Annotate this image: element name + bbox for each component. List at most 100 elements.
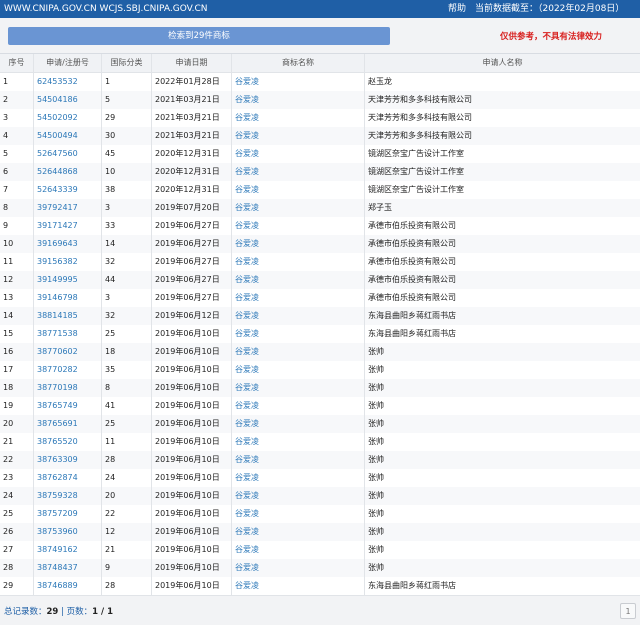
- row-date: 2021年03月21日: [151, 91, 231, 109]
- row-mark-name[interactable]: 谷爱凌: [231, 307, 364, 325]
- row-class: 3: [101, 199, 151, 217]
- row-mark-name[interactable]: 谷爱凌: [231, 487, 364, 505]
- page-1-button[interactable]: 1: [620, 603, 636, 619]
- row-reg-no[interactable]: 54500494: [33, 127, 101, 145]
- row-mark-name[interactable]: 谷爱凌: [231, 379, 364, 397]
- row-mark-name[interactable]: 谷爱凌: [231, 217, 364, 235]
- table-row: 23 38762874 24 2019年06月10日 谷爱凌 张帅: [0, 469, 640, 488]
- row-mark-name[interactable]: 谷爱凌: [231, 361, 364, 379]
- row-reg-no[interactable]: 38757209: [33, 505, 101, 523]
- row-class: 11: [101, 433, 151, 451]
- table-row: 10 39169643 14 2019年06月27日 谷爱凌 承德市伯乐投资有限公司: [0, 235, 640, 254]
- row-mark-name[interactable]: 谷爱凌: [231, 541, 364, 559]
- row-reg-no[interactable]: 39146798: [33, 289, 101, 307]
- row-seq: 6: [3, 167, 9, 176]
- table-row: 28 38748437 9 2019年06月10日 谷爱凌 张帅: [0, 559, 640, 578]
- help-link[interactable]: 帮助: [448, 0, 466, 18]
- row-applicant: 东海县曲阳乡蒋红雨书店: [364, 307, 640, 325]
- row-mark-name[interactable]: 谷爱凌: [231, 163, 364, 181]
- row-mark-name[interactable]: 谷爱凌: [231, 325, 364, 343]
- table-row: 19 38765749 41 2019年06月10日 谷爱凌 张帅: [0, 397, 640, 416]
- row-seq: 26: [3, 527, 14, 536]
- row-reg-no[interactable]: 52644868: [33, 163, 101, 181]
- row-reg-no[interactable]: 39169643: [33, 235, 101, 253]
- row-reg-no[interactable]: 38765749: [33, 397, 101, 415]
- row-reg-no[interactable]: 38748437: [33, 559, 101, 577]
- disclaimer-text: 仅供参考，不具有法律效力: [500, 32, 603, 42]
- row-mark-name[interactable]: 谷爱凌: [231, 559, 364, 577]
- row-mark-name[interactable]: 谷爱凌: [231, 397, 364, 415]
- row-date: 2019年06月12日: [151, 307, 231, 325]
- row-reg-no[interactable]: 38759328: [33, 487, 101, 505]
- row-reg-no[interactable]: 54502092: [33, 109, 101, 127]
- row-reg-no[interactable]: 62453532: [33, 73, 101, 91]
- row-date: 2019年06月10日: [151, 433, 231, 451]
- row-reg-no[interactable]: 38771538: [33, 325, 101, 343]
- row-seq: 5: [3, 149, 9, 158]
- row-date: 2019年07月20日: [151, 199, 231, 217]
- row-applicant: 天津芳芳和多多科技有限公司: [364, 91, 640, 109]
- row-mark-name[interactable]: 谷爱凌: [231, 523, 364, 541]
- row-mark-name[interactable]: 谷爱凌: [231, 181, 364, 199]
- row-reg-no[interactable]: 38770198: [33, 379, 101, 397]
- row-date: 2019年06月10日: [151, 379, 231, 397]
- row-applicant: 张帅: [364, 541, 640, 559]
- row-reg-no[interactable]: 39149995: [33, 271, 101, 289]
- row-mark-name[interactable]: 谷爱凌: [231, 109, 364, 127]
- row-reg-no[interactable]: 54504186: [33, 91, 101, 109]
- table-row: 20 38765691 25 2019年06月10日 谷爱凌 张帅: [0, 415, 640, 434]
- site-url: WWW.CNIPA.GOV.CN WCJS.SBJ.CNIPA.GOV.CN: [4, 4, 208, 14]
- row-reg-no[interactable]: 38765520: [33, 433, 101, 451]
- row-reg-no[interactable]: 39156382: [33, 253, 101, 271]
- row-mark-name[interactable]: 谷爱凌: [231, 289, 364, 307]
- row-mark-name[interactable]: 谷爱凌: [231, 91, 364, 109]
- row-mark-name[interactable]: 谷爱凌: [231, 577, 364, 595]
- row-mark-name[interactable]: 谷爱凌: [231, 271, 364, 289]
- row-seq: 13: [3, 293, 14, 302]
- table-row: 29 38746889 28 2019年06月10日 谷爱凌 东海县曲阳乡蒋红雨书店: [0, 577, 640, 596]
- row-mark-name[interactable]: 谷爱凌: [231, 235, 364, 253]
- table-row: 2 54504186 5 2021年03月21日 谷爱凌 天津芳芳和多多科技有限公司: [0, 91, 640, 110]
- table-row: 6 52644868 10 2020年12月31日 谷爱凌 镜湖区奈宝广告设计工作室: [0, 163, 640, 182]
- row-reg-no[interactable]: 38814185: [33, 307, 101, 325]
- row-class: 18: [101, 343, 151, 361]
- row-reg-no[interactable]: 38770282: [33, 361, 101, 379]
- row-mark-name[interactable]: 谷爱凌: [231, 505, 364, 523]
- row-mark-name[interactable]: 谷爱凌: [231, 343, 364, 361]
- row-reg-no[interactable]: 52647560: [33, 145, 101, 163]
- table-row: 5 52647560 45 2020年12月31日 谷爱凌 镜湖区奈宝广告设计工作室: [0, 145, 640, 164]
- row-reg-no[interactable]: 39792417: [33, 199, 101, 217]
- search-result-button[interactable]: 检索到29件商标: [8, 27, 390, 45]
- row-applicant: 天津芳芳和多多科技有限公司: [364, 109, 640, 127]
- row-date: 2019年06月27日: [151, 253, 231, 271]
- row-reg-no[interactable]: 38753960: [33, 523, 101, 541]
- row-mark-name[interactable]: 谷爱凌: [231, 199, 364, 217]
- row-reg-no[interactable]: 38770602: [33, 343, 101, 361]
- row-applicant: 镜湖区奈宝广告设计工作室: [364, 163, 640, 181]
- row-class: 32: [101, 307, 151, 325]
- row-reg-no[interactable]: 38763309: [33, 451, 101, 469]
- row-mark-name[interactable]: 谷爱凌: [231, 451, 364, 469]
- row-seq: 10: [3, 239, 14, 248]
- row-reg-no[interactable]: 38749162: [33, 541, 101, 559]
- row-applicant: 赵玉龙: [364, 73, 640, 91]
- row-reg-no[interactable]: 38765691: [33, 415, 101, 433]
- total-value: 29: [46, 607, 59, 617]
- row-reg-no[interactable]: 38746889: [33, 577, 101, 595]
- row-mark-name[interactable]: 谷爱凌: [231, 127, 364, 145]
- row-seq: 11: [3, 257, 14, 266]
- row-mark-name[interactable]: 谷爱凌: [231, 73, 364, 91]
- row-mark-name[interactable]: 谷爱凌: [231, 145, 364, 163]
- table-row: 27 38749162 21 2019年06月10日 谷爱凌 张帅: [0, 541, 640, 560]
- row-seq: 3: [3, 113, 9, 122]
- row-reg-no[interactable]: 52643339: [33, 181, 101, 199]
- row-mark-name[interactable]: 谷爱凌: [231, 415, 364, 433]
- row-reg-no[interactable]: 38762874: [33, 469, 101, 487]
- row-mark-name[interactable]: 谷爱凌: [231, 433, 364, 451]
- table-header-row: 序号 申请/注册号 国际分类 申请日期 商标名称 申请人名称: [0, 54, 640, 73]
- row-reg-no[interactable]: 39171427: [33, 217, 101, 235]
- row-applicant: 镜湖区奈宝广告设计工作室: [364, 181, 640, 199]
- row-mark-name[interactable]: 谷爱凌: [231, 253, 364, 271]
- row-mark-name[interactable]: 谷爱凌: [231, 469, 364, 487]
- table-row: 16 38770602 18 2019年06月10日 谷爱凌 张帅: [0, 343, 640, 362]
